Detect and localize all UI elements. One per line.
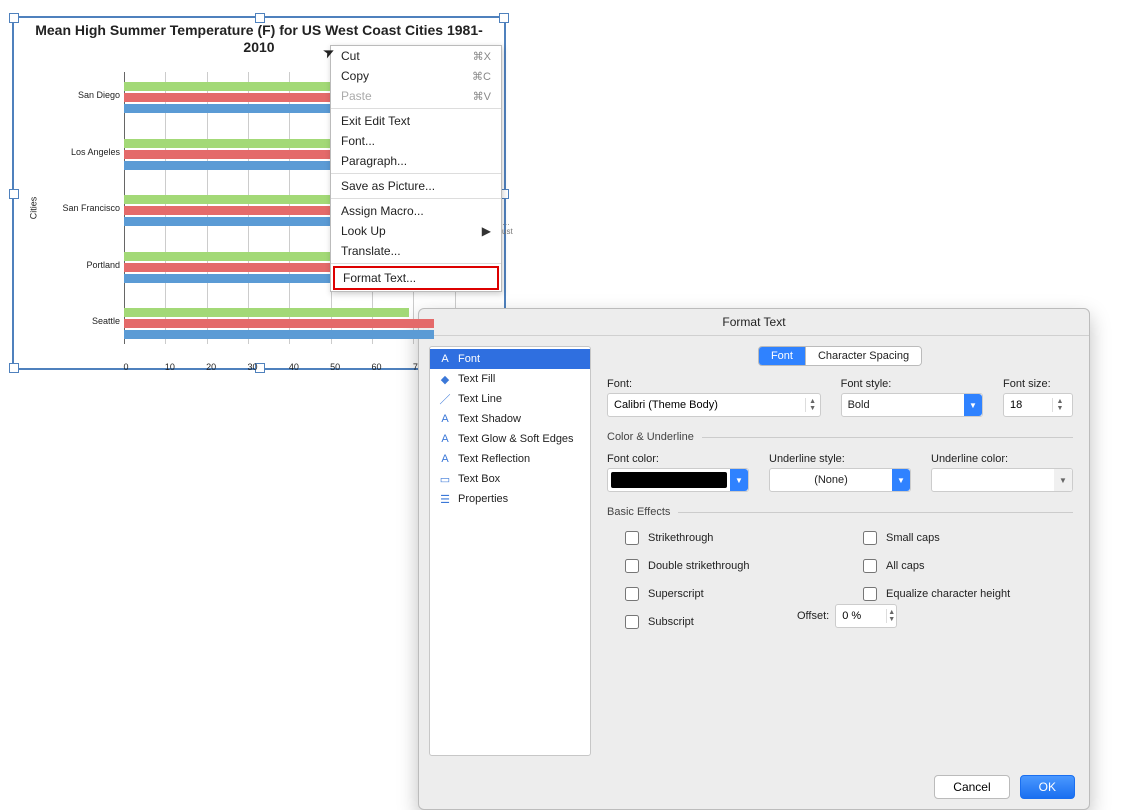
line-icon: ／ (438, 392, 452, 406)
menu-item-paragraph[interactable]: Paragraph... (331, 151, 501, 171)
label-font-style: Font style: (841, 378, 983, 390)
menu-separator (331, 263, 501, 264)
dialog-main: Font Character Spacing Font: ▲▼ Font sty… (591, 336, 1089, 766)
resize-handle[interactable] (255, 13, 265, 23)
sidebar-item-label: Properties (458, 493, 508, 505)
textbox-icon: ▭ (438, 472, 452, 486)
checkbox-superscript[interactable]: Superscript (621, 584, 704, 604)
label-font: Font: (607, 378, 821, 390)
reflection-icon: A (438, 452, 452, 466)
label-underline-color: Underline color: (931, 453, 1073, 465)
checkbox-small-caps[interactable]: Small caps (859, 528, 1073, 548)
label-font-color: Font color: (607, 453, 749, 465)
sidebar-item-label: Text Line (458, 393, 502, 405)
menu-separator (331, 173, 501, 174)
bar[interactable] (124, 330, 434, 339)
resize-handle[interactable] (9, 13, 19, 23)
section-heading-color-underline: Color & Underline (607, 431, 1073, 443)
category-label: San Diego (50, 90, 124, 100)
menu-item-look-up[interactable]: Look Up▶ (331, 221, 501, 241)
menu-separator (331, 108, 501, 109)
underline-style-dropdown[interactable]: (None) ▼ (769, 468, 911, 492)
resize-handle[interactable] (499, 13, 509, 23)
properties-icon: ☰ (438, 492, 452, 506)
stepper-icon[interactable]: ▲▼ (886, 609, 896, 623)
sidebar-item-label: Text Box (458, 473, 500, 485)
resize-handle[interactable] (9, 189, 19, 199)
tab-character-spacing[interactable]: Character Spacing (805, 347, 921, 365)
checkbox-all-caps[interactable]: All caps (859, 556, 1073, 576)
category-label: Portland (50, 260, 124, 270)
menu-item-format-text[interactable]: Format Text... (333, 266, 499, 290)
sidebar-item-label: Text Reflection (458, 453, 530, 465)
label-offset: Offset: (797, 610, 829, 622)
chevron-down-icon: ▼ (964, 394, 982, 416)
chevron-down-icon: ▼ (1054, 469, 1072, 491)
glow-icon: A (438, 432, 452, 446)
sidebar-item-text-fill[interactable]: ◆ Text Fill (430, 369, 590, 389)
category-label: Los Angeles (50, 147, 124, 157)
checkbox-double-strikethrough[interactable]: Double strikethrough (621, 556, 835, 576)
sidebar-item-properties[interactable]: ☰ Properties (430, 489, 590, 509)
category-label: Seattle (50, 316, 124, 326)
chevron-down-icon: ▼ (892, 469, 910, 491)
font-input[interactable] (608, 394, 805, 416)
bar[interactable] (124, 319, 434, 328)
context-menu: ➤ Cut⌘X Copy⌘C Paste⌘V Exit Edit Text Fo… (330, 45, 502, 292)
format-text-dialog: Format Text A Font ◆ Text Fill ／ Text Line A Te… (418, 308, 1090, 810)
tab-font[interactable]: Font (759, 347, 805, 365)
bar-row: Seattle (50, 302, 496, 340)
resize-handle[interactable] (9, 363, 19, 373)
checkbox-equalize-height[interactable]: Equalize character height (859, 584, 1073, 604)
font-icon: A (438, 352, 452, 366)
menu-item-font[interactable]: Font... (331, 131, 501, 151)
menu-item-translate[interactable]: Translate... (331, 241, 501, 261)
ok-button[interactable]: OK (1020, 775, 1075, 799)
font-color-dropdown[interactable]: ▼ (607, 468, 749, 492)
sidebar-item-text-reflection[interactable]: A Text Reflection (430, 449, 590, 469)
menu-item-paste: Paste⌘V (331, 86, 501, 106)
sidebar-item-text-glow-soft-edges[interactable]: A Text Glow & Soft Edges (430, 429, 590, 449)
label-font-size: Font size: (1003, 378, 1073, 390)
section-heading-basic-effects: Basic Effects (607, 506, 1073, 518)
dialog-title: Format Text (419, 309, 1089, 336)
bar[interactable] (124, 308, 409, 317)
label-underline-style: Underline style: (769, 453, 911, 465)
font-style-dropdown[interactable]: Bold ▼ (841, 393, 983, 417)
shadow-icon: A (438, 412, 452, 426)
sidebar-item-text-box[interactable]: ▭ Text Box (430, 469, 590, 489)
menu-item-exit-edit-text[interactable]: Exit Edit Text (331, 111, 501, 131)
sidebar-item-label: Font (458, 353, 480, 365)
sidebar-item-label: Text Fill (458, 373, 495, 385)
menu-item-save-as-picture[interactable]: Save as Picture... (331, 176, 501, 196)
sidebar-item-label: Text Shadow (458, 413, 521, 425)
checkbox-strikethrough[interactable]: Strikethrough (621, 528, 835, 548)
sidebar-item-text-shadow[interactable]: A Text Shadow (430, 409, 590, 429)
tab-bar: Font Character Spacing (758, 346, 922, 366)
submenu-arrow-icon: ▶ (482, 224, 491, 238)
offset-input[interactable]: ▲▼ (835, 604, 897, 628)
sidebar-item-text-line[interactable]: ／ Text Line (430, 389, 590, 409)
legend-fragment: …ust (502, 218, 513, 236)
menu-item-cut[interactable]: Cut⌘X (331, 46, 501, 66)
menu-item-assign-macro[interactable]: Assign Macro... (331, 201, 501, 221)
y-axis-label: Cities (28, 197, 38, 220)
category-label: San Francisco (50, 203, 124, 213)
stepper-icon[interactable]: ▲▼ (1052, 398, 1067, 412)
sidebar-item-font[interactable]: A Font (430, 349, 590, 369)
font-size-input[interactable]: ▲▼ (1003, 393, 1073, 417)
fill-icon: ◆ (438, 372, 452, 386)
font-combo[interactable]: ▲▼ (607, 393, 821, 417)
menu-item-copy[interactable]: Copy⌘C (331, 66, 501, 86)
cancel-button[interactable]: Cancel (934, 775, 1009, 799)
menu-separator (331, 198, 501, 199)
sidebar: A Font ◆ Text Fill ／ Text Line A Text Shadow A Te… (429, 346, 591, 756)
sidebar-item-label: Text Glow & Soft Edges (458, 433, 574, 445)
underline-color-dropdown[interactable]: ▼ (931, 468, 1073, 492)
stepper-icon[interactable]: ▲▼ (805, 398, 820, 412)
chevron-down-icon: ▼ (730, 469, 748, 491)
